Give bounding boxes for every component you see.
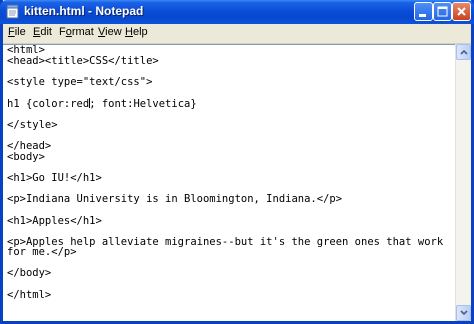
title-bar[interactable]: kitten.html - Notepad [0,0,474,24]
text-line: </html> [7,288,52,301]
text-line: </style> [7,119,58,132]
text-line: </head> [7,140,52,153]
text-line [7,205,453,216]
text-line: for me.</p> [7,246,77,259]
text-line: <head><title>CSS</title> [7,54,159,67]
text-line: <body> [7,150,45,163]
arrow-up-icon [460,49,468,55]
text-line [7,131,453,142]
text-line: <p>Indiana University is in Bloomington,… [7,193,343,206]
maximize-icon [437,6,448,17]
notepad-icon [6,4,19,19]
close-icon [457,7,466,16]
text-line: <style type="text/css"> [7,75,153,88]
minimize-icon [419,14,426,17]
maximize-button[interactable] [433,2,452,21]
close-button[interactable] [452,2,471,21]
window-title: kitten.html - Notepad [24,4,144,18]
minimize-button[interactable] [414,2,433,21]
scroll-up-button[interactable] [456,44,471,60]
text-line: </body> [7,267,52,280]
text-line: <h1>Go IU!</h1> [7,172,102,185]
text-editor[interactable]: <html> <head><title>CSS</title> <style ty… [3,44,455,321]
text-line [7,87,453,98]
vertical-scrollbar[interactable] [455,44,471,321]
text-line [7,110,453,121]
arrow-down-icon [460,310,468,316]
menu-help[interactable]: Help [125,26,148,38]
text-line: <h1>Apples</h1> [7,214,102,227]
text-line: <html> [7,44,45,56]
text-line [7,258,453,269]
document-text[interactable]: <html> <head><title>CSS</title> <style ty… [7,45,453,300]
notepad-window: kitten.html - Notepad File Edit Format V… [0,0,474,324]
scroll-down-button[interactable] [456,305,471,321]
text-line [7,279,453,290]
menu-format[interactable]: Format [59,26,94,38]
menu-file[interactable]: File [8,26,26,38]
menu-bar: File Edit Format View Help [3,24,471,44]
menu-view[interactable]: View [98,26,122,38]
text-line: h1 {color:red; font:Helvetica} [7,97,197,110]
menu-edit[interactable]: Edit [33,26,52,38]
